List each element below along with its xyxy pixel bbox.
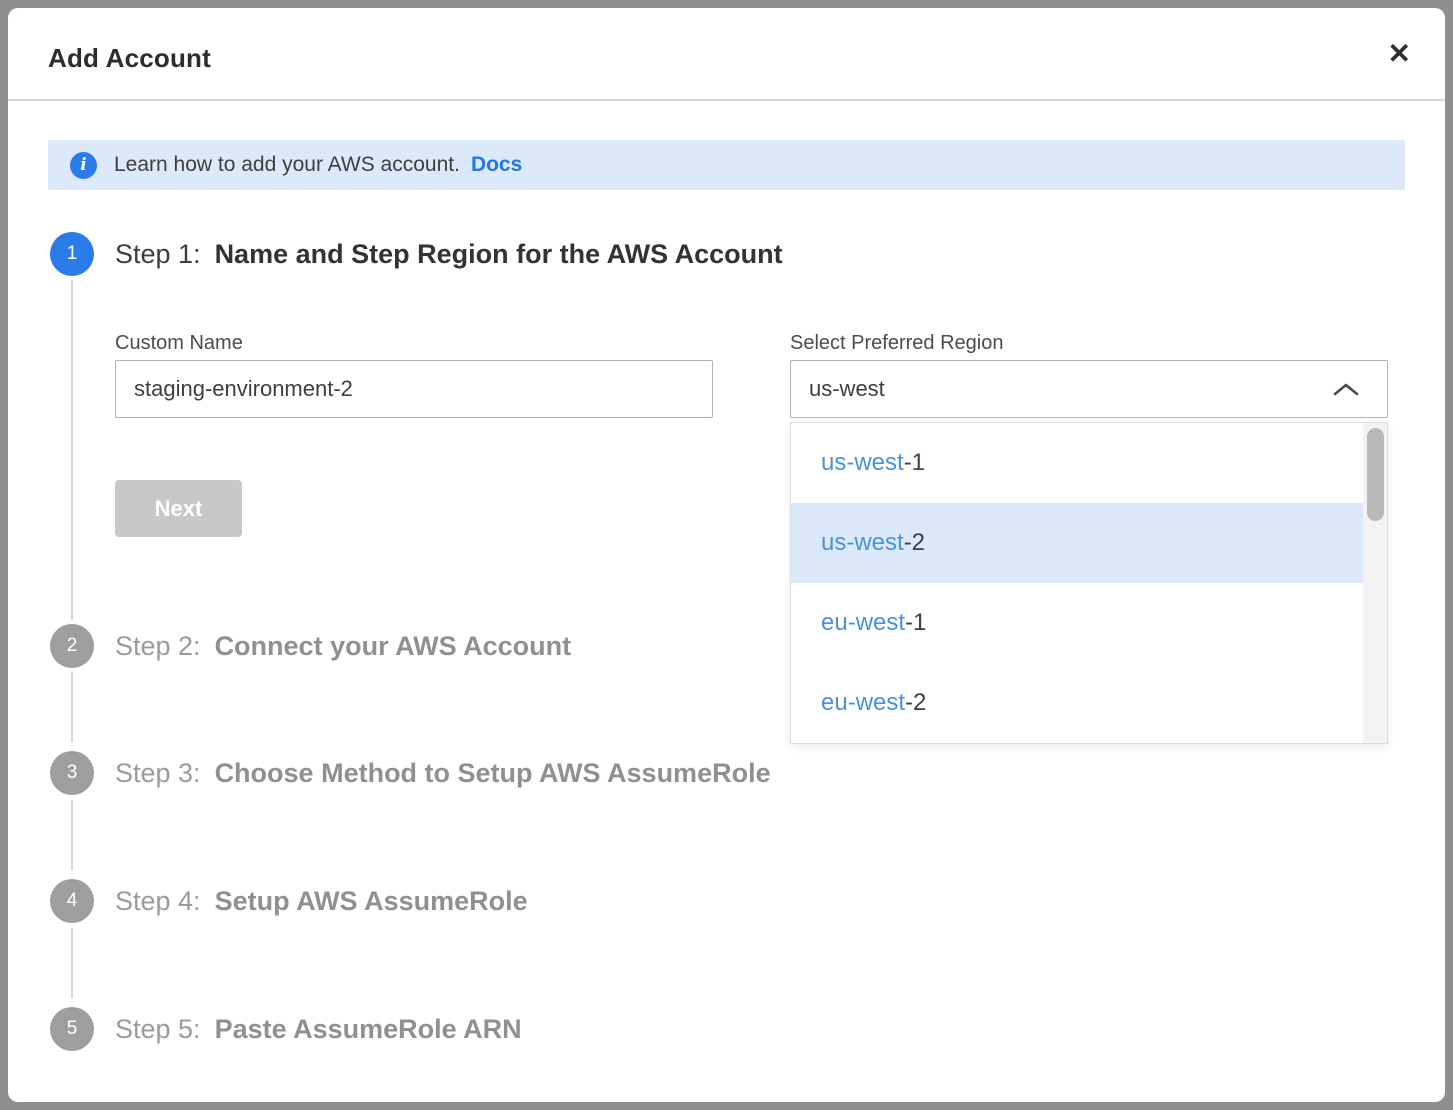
step-3-prefix: Step 3: — [115, 758, 201, 789]
step-2-prefix: Step 2: — [115, 631, 201, 662]
option-match-text: eu-west — [821, 609, 905, 637]
step-connector-1 — [71, 280, 73, 620]
option-match-text: eu-west — [821, 689, 905, 717]
step-connector-3 — [71, 800, 73, 870]
option-rest-text: -1 — [905, 609, 926, 637]
step-3-badge: 3 — [50, 751, 94, 795]
step-1-title: Name and Step Region for the AWS Account — [215, 239, 783, 270]
info-icon: i — [70, 152, 97, 179]
step-2-badge: 2 — [50, 624, 94, 668]
step-row-5: 5 Step 5: Paste AssumeRole ARN — [50, 1007, 522, 1051]
region-dropdown: us-west-1 us-west-2 eu-west-1 eu-west-2 — [790, 422, 1388, 744]
step-2-title: Connect your AWS Account — [215, 631, 572, 662]
step-5-title: Paste AssumeRole ARN — [215, 1014, 522, 1045]
dropdown-scrollbar-thumb[interactable] — [1367, 428, 1384, 521]
step-row-2: 2 Step 2: Connect your AWS Account — [50, 624, 571, 668]
dropdown-option-eu-west-1[interactable]: eu-west-1 — [791, 583, 1365, 663]
modal-title: Add Account — [48, 43, 211, 74]
step-5-prefix: Step 5: — [115, 1014, 201, 1045]
docs-link[interactable]: Docs — [471, 153, 522, 177]
step-1-prefix: Step 1: — [115, 239, 201, 270]
step-connector-2 — [71, 672, 73, 742]
info-banner: i Learn how to add your AWS account. Doc… — [48, 140, 1405, 190]
dropdown-scrollbar[interactable] — [1363, 423, 1387, 743]
step-connector-4 — [71, 928, 73, 998]
step-row-3: 3 Step 3: Choose Method to Setup AWS Ass… — [50, 751, 771, 795]
custom-name-input[interactable] — [115, 360, 713, 418]
next-button[interactable]: Next — [115, 480, 242, 537]
step-4-prefix: Step 4: — [115, 886, 201, 917]
dropdown-option-us-west-2[interactable]: us-west-2 — [791, 503, 1365, 583]
custom-name-label: Custom Name — [115, 332, 243, 355]
dropdown-option-us-west-1[interactable]: us-west-1 — [791, 423, 1365, 503]
chevron-up-icon — [1333, 382, 1359, 397]
step-4-title: Setup AWS AssumeRole — [215, 886, 528, 917]
region-label: Select Preferred Region — [790, 332, 1003, 355]
banner-text: Learn how to add your AWS account. — [114, 153, 460, 177]
region-select[interactable]: us-west — [790, 360, 1388, 418]
region-select-value: us-west — [809, 376, 1333, 402]
option-rest-text: -2 — [904, 529, 925, 557]
step-4-badge: 4 — [50, 879, 94, 923]
option-rest-text: -1 — [904, 449, 925, 477]
option-match-text: us-west — [821, 529, 904, 557]
dropdown-option-eu-west-2[interactable]: eu-west-2 — [791, 663, 1365, 743]
modal-header: Add Account ✕ — [8, 8, 1445, 101]
step-3-title: Choose Method to Setup AWS AssumeRole — [215, 758, 771, 789]
option-match-text: us-west — [821, 449, 904, 477]
step-5-badge: 5 — [50, 1007, 94, 1051]
add-account-modal: Add Account ✕ i Learn how to add your AW… — [8, 8, 1445, 1102]
step-row-1: 1 Step 1: Name and Step Region for the A… — [50, 232, 783, 276]
option-rest-text: -2 — [905, 689, 926, 717]
step-row-4: 4 Step 4: Setup AWS AssumeRole — [50, 879, 528, 923]
step-1-badge: 1 — [50, 232, 94, 276]
close-icon[interactable]: ✕ — [1388, 40, 1411, 68]
